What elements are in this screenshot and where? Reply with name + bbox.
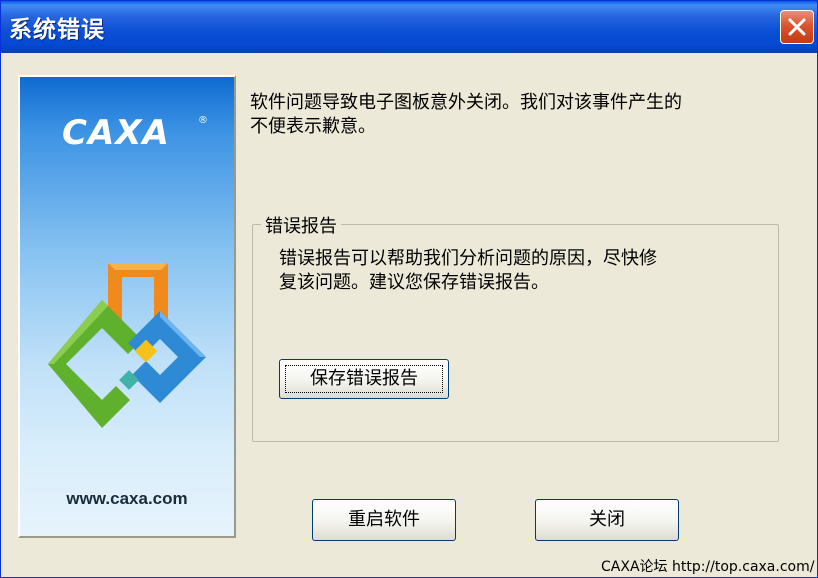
forum-watermark: CAXA论坛 http://top.caxa.com/: [601, 559, 815, 575]
website-url: www.caxa.com: [66, 489, 188, 508]
error-message: 软件问题导致电子图板意外关闭。我们对该事件产生的 不便表示歉意。: [250, 91, 790, 139]
close-icon: [788, 18, 806, 36]
error-report-legend: 错误报告: [261, 212, 341, 238]
error-dialog-window: 系统错误 CAXA ® www.caxa.com 软件问题导致电子图板意外关闭。…: [0, 0, 818, 578]
close-button-label: 关闭: [589, 509, 625, 530]
brand-side-panel: CAXA ® www.caxa.com: [18, 75, 236, 538]
registered-mark: ®: [198, 115, 208, 126]
error-message-line-2: 不便表示歉意。: [250, 116, 376, 137]
save-error-report-button[interactable]: 保存错误报告: [279, 359, 449, 399]
close-window-button[interactable]: [780, 10, 814, 44]
caxa-emblem-icon: [48, 263, 206, 428]
error-message-line-1: 软件问题导致电子图板意外关闭。我们对该事件产生的: [250, 92, 682, 113]
restart-software-label: 重启软件: [348, 509, 420, 530]
window-title: 系统错误: [9, 17, 105, 43]
caxa-logo: CAXA: [62, 113, 170, 153]
close-button[interactable]: 关闭: [535, 499, 679, 541]
restart-software-button[interactable]: 重启软件: [312, 499, 456, 541]
focus-rectangle: [285, 365, 443, 393]
error-report-line-2: 复该问题。建议您保存错误报告。: [279, 272, 549, 293]
error-report-line-1: 错误报告可以帮助我们分析问题的原因，尽快修: [279, 248, 657, 269]
error-report-description: 错误报告可以帮助我们分析问题的原因，尽快修 复该问题。建议您保存错误报告。: [279, 247, 749, 295]
title-bar[interactable]: 系统错误: [1, 1, 817, 53]
